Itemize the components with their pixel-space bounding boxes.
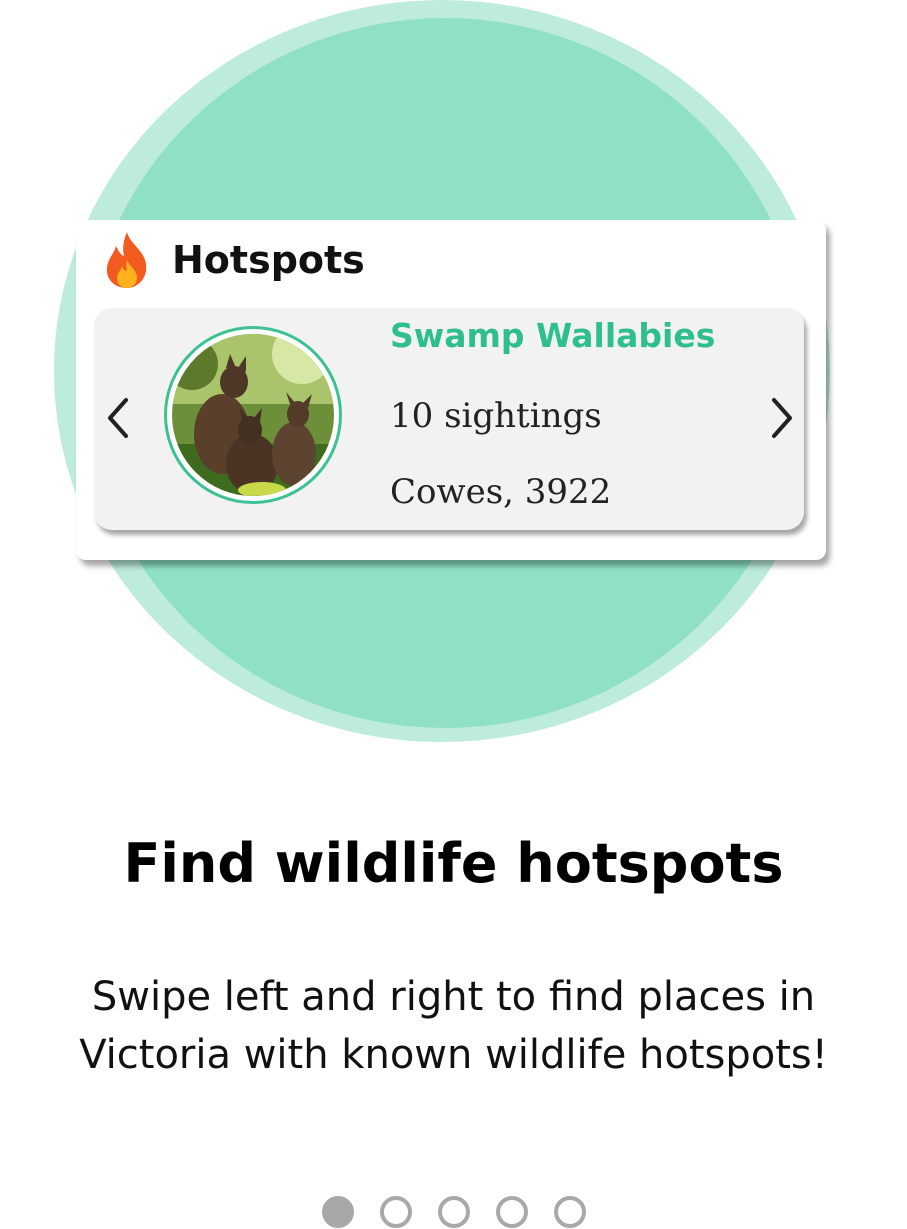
onboarding-description: Swipe left and right to find places in V… xyxy=(79,974,828,1078)
species-name: Swamp Wallabies xyxy=(390,316,716,355)
sightings-count: 10 sightings xyxy=(390,396,602,436)
species-photo-frame xyxy=(164,326,342,504)
page-dot-5[interactable] xyxy=(553,1196,586,1228)
card-title: Hotspots xyxy=(172,238,365,282)
page-dot-3[interactable] xyxy=(437,1196,470,1228)
page-dot-1[interactable] xyxy=(321,1196,354,1228)
hotspot-item-card[interactable]: Swamp Wallabies 10 sightings Cowes, 3922 xyxy=(94,308,804,530)
fire-icon xyxy=(100,230,154,290)
page-dot-2[interactable] xyxy=(379,1196,412,1228)
location-text: Cowes, 3922 xyxy=(390,472,612,512)
hotspots-header: Hotspots xyxy=(100,230,365,290)
species-photo xyxy=(172,334,334,496)
onboarding-headline: Find wildlife hotspots xyxy=(123,832,784,895)
page-indicator xyxy=(0,1196,907,1228)
hotspots-card: Hotspots Swamp Wallabies 10 sightings Co… xyxy=(76,220,826,560)
chevron-left-icon[interactable] xyxy=(98,390,138,446)
page-dot-4[interactable] xyxy=(495,1196,528,1228)
chevron-right-icon[interactable] xyxy=(762,390,802,446)
